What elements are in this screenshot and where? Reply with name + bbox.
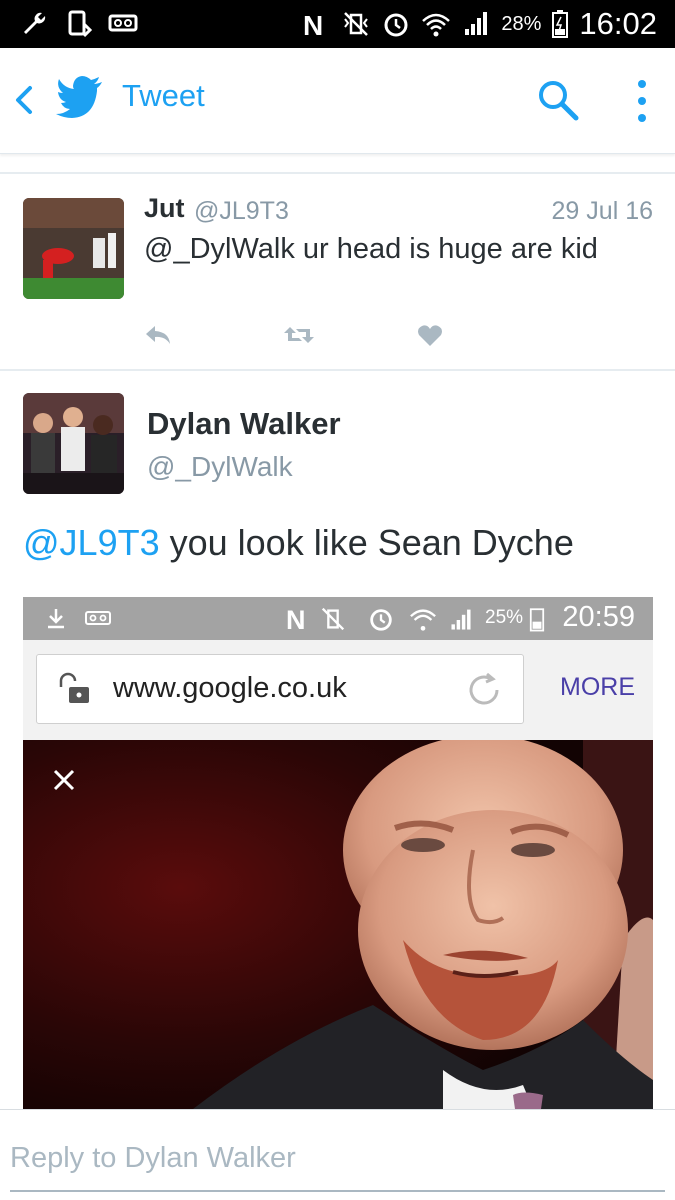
football-photo-avatar — [23, 198, 124, 299]
back-arrow-icon[interactable] — [10, 82, 40, 118]
overflow-menu-icon[interactable] — [630, 76, 654, 126]
tweet-media-image[interactable]: N 25% 20:59 www.google.co.uk MORE — [23, 597, 653, 1109]
embedded-more-button: MORE — [560, 673, 635, 701]
tweet-text-body: you look like Sean Dyche — [159, 522, 574, 563]
avatar-dylan-walker[interactable] — [23, 393, 124, 494]
voicemail-icon — [85, 611, 111, 625]
vibrate-mute-icon — [344, 12, 369, 36]
tweet-author-handle[interactable]: @_DylWalk — [147, 451, 293, 483]
svg-text:N: N — [286, 605, 306, 633]
status-bar: N 28% 16:02 — [0, 0, 675, 48]
status-time: 16:02 — [579, 6, 657, 41]
retweet-icon[interactable] — [282, 322, 316, 348]
tweet-text: @JL9T3 you look like Sean Dyche — [23, 522, 574, 564]
status-bar-right: N 28% 16:02 — [301, 0, 657, 48]
reply-input-placeholder[interactable]: Reply to Dylan Walker — [10, 1142, 296, 1175]
tweet-date: 29 Jul 16 — [551, 197, 653, 225]
nfc-icon: N — [286, 605, 306, 633]
tweet-author-name[interactable]: Jut — [144, 193, 185, 224]
reply-composer[interactable]: Reply to Dylan Walker — [0, 1109, 675, 1200]
battery-charging-icon — [552, 10, 569, 38]
voicemail-icon — [108, 14, 138, 32]
wrench-icon — [24, 12, 46, 34]
close-icon — [53, 769, 75, 791]
search-icon[interactable] — [536, 78, 580, 122]
phone-download-icon — [68, 10, 93, 38]
vibrate-mute-icon — [321, 607, 345, 631]
wifi-icon — [410, 609, 436, 631]
svg-text:N: N — [303, 10, 323, 39]
mention-link[interactable]: @JL9T3 — [23, 522, 160, 563]
avatar-jut[interactable] — [23, 198, 124, 299]
embedded-url-text: www.google.co.uk — [113, 672, 347, 704]
reload-icon — [469, 672, 499, 705]
lock-open-icon — [59, 672, 89, 703]
signal-icon — [451, 609, 471, 630]
group-photo-avatar — [23, 393, 124, 494]
like-heart-icon[interactable] — [417, 322, 443, 348]
tweet-author-handle[interactable]: @JL9T3 — [194, 197, 289, 226]
battery-percent: 28% — [501, 12, 542, 35]
signal-icon — [465, 12, 488, 35]
app-bar: Tweet — [0, 48, 675, 154]
reply-input-underline — [10, 1190, 665, 1192]
nfc-icon: N — [303, 10, 323, 39]
page-title: Tweet — [122, 78, 205, 113]
divider — [0, 172, 675, 174]
tweet-text: @_DylWalk ur head is huge are kid — [144, 233, 598, 265]
twitter-bird-icon[interactable] — [56, 76, 104, 118]
download-icon — [48, 609, 64, 629]
divider — [0, 369, 675, 371]
embedded-status-bar: N 25% 20:59 — [23, 597, 653, 640]
embedded-url-box: www.google.co.uk — [36, 654, 524, 724]
alarm-icon — [370, 609, 392, 631]
embedded-time: 20:59 — [562, 601, 635, 633]
battery-charging-icon — [529, 608, 545, 632]
wifi-icon — [422, 13, 451, 37]
sean-dyche-photo — [23, 740, 653, 1109]
alarm-icon — [384, 13, 408, 37]
status-bar-left-icons — [20, 8, 138, 38]
tweet-author-name[interactable]: Dylan Walker — [147, 406, 341, 442]
embedded-battery-percent: 25% — [485, 607, 524, 628]
embedded-browser-url-bar: www.google.co.uk MORE — [23, 640, 653, 740]
reply-icon[interactable] — [143, 322, 173, 348]
